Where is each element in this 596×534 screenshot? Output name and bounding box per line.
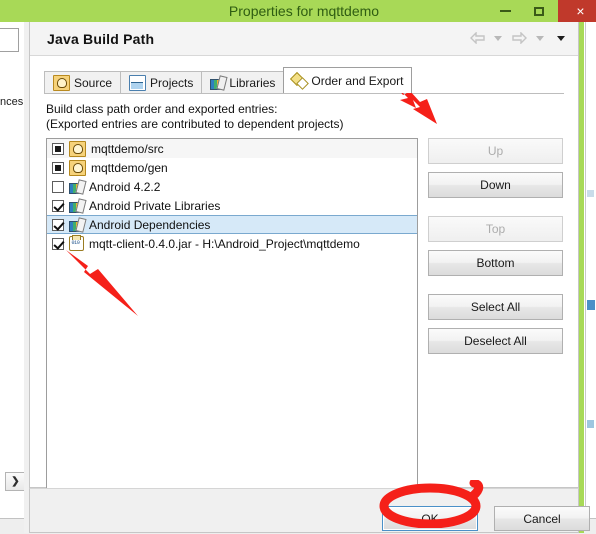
entry-checkbox[interactable] (52, 180, 64, 193)
background-right-marker (587, 420, 594, 428)
dialog-footer: OK Cancel (29, 488, 590, 533)
forward-arrow-icon[interactable] (510, 29, 528, 47)
background-right-column (585, 16, 596, 518)
entry-label: mqtt-client-0.4.0.jar - H:\Android_Proje… (89, 236, 360, 251)
tab-projects[interactable]: Projects (120, 71, 203, 93)
entry-label: mqttdemo/src (91, 141, 164, 156)
bottom-button[interactable]: Bottom (428, 250, 563, 276)
list-item[interactable]: Android 4.2.2 (47, 177, 417, 196)
cancel-button[interactable]: Cancel (494, 506, 590, 531)
up-button[interactable]: Up (428, 138, 563, 164)
dialog-right-green-border (579, 22, 584, 533)
package-folder-icon (69, 140, 86, 157)
properties-dialog: Properties for mqttdemo × Java Build Pat… (0, 0, 596, 533)
background-right-marker (587, 190, 594, 197)
tab-label: Order and Export (311, 73, 404, 88)
close-icon: × (576, 3, 585, 19)
tab-source[interactable]: Source (44, 71, 122, 93)
close-button[interactable]: × (558, 0, 596, 22)
tab-bar: Source Projects Libraries Order and Expo… (44, 67, 413, 93)
background-left-input-field[interactable] (0, 28, 19, 52)
background-left-label: nces (0, 96, 24, 108)
tab-label: Projects (150, 75, 194, 90)
classpath-entries-list[interactable]: mqttdemo/src mqttdemo/gen Android 4.2.2 … (46, 138, 418, 490)
forward-arrow-glyph (511, 32, 527, 44)
back-arrow-icon[interactable] (468, 29, 486, 47)
libraries-books-icon (210, 76, 225, 90)
menu-dropdown-icon[interactable] (552, 29, 570, 47)
down-button[interactable]: Down (428, 172, 563, 198)
tab-label: Source (74, 75, 113, 90)
entry-checkbox[interactable] (52, 218, 64, 231)
caret-down-glyph (494, 35, 502, 41)
entry-checkbox[interactable] (52, 199, 64, 212)
entry-label: Android Dependencies (89, 217, 211, 232)
description-line-2: (Exported entries are contributed to dep… (46, 117, 344, 131)
tabs-underline (44, 93, 564, 94)
minimize-icon (499, 10, 511, 12)
forward-dropdown-icon[interactable] (531, 29, 549, 47)
side-button-column: Up Down Top Bottom Select All Deselect A… (428, 138, 563, 354)
select-all-button[interactable]: Select All (428, 294, 563, 320)
entry-label: Android Private Libraries (89, 198, 221, 213)
entry-checkbox[interactable] (52, 161, 64, 174)
entry-label: Android 4.2.2 (89, 179, 161, 194)
tab-libraries[interactable]: Libraries (201, 71, 285, 93)
description-line-1: Build class path order and exported entr… (46, 102, 278, 116)
library-books-icon (69, 180, 84, 194)
page-title: Java Build Path (47, 31, 155, 47)
background-expand-button[interactable]: ❯ (5, 472, 26, 491)
tab-label: Libraries (229, 75, 276, 90)
deselect-all-button[interactable]: Deselect All (428, 328, 563, 354)
jar-file-icon (69, 235, 84, 251)
entry-label: mqttdemo/gen (91, 160, 168, 175)
list-item[interactable]: Android Private Libraries (47, 196, 417, 215)
list-item[interactable]: mqtt-client-0.4.0.jar - H:\Android_Proje… (47, 234, 417, 253)
description-block: Build class path order and exported entr… (46, 102, 344, 132)
caret-down-dark-glyph (557, 35, 565, 41)
page-header: Java Build Path (30, 22, 578, 56)
list-item[interactable]: mqttdemo/gen (47, 158, 417, 177)
projects-icon (129, 74, 147, 91)
source-folder-icon (53, 74, 70, 91)
tab-order-and-export[interactable]: Order and Export (283, 67, 413, 93)
library-books-icon (69, 218, 84, 232)
package-folder-icon (69, 159, 86, 176)
maximize-button[interactable] (524, 0, 554, 22)
library-books-icon (69, 199, 84, 213)
dialog-content-area: Java Build Path Source Projects Librarie… (29, 22, 579, 490)
background-right-marker (587, 300, 595, 310)
caret-down-glyph (536, 35, 544, 41)
top-button[interactable]: Top (428, 216, 563, 242)
entry-checkbox[interactable] (52, 142, 64, 155)
list-item-selected[interactable]: Android Dependencies (47, 215, 417, 234)
title-bar-left-extension (0, 0, 24, 22)
order-export-icon (292, 74, 307, 88)
minimize-button[interactable] (490, 0, 520, 22)
header-navigation (468, 29, 570, 47)
dialog-title-bar[interactable]: Properties for mqttdemo × (24, 0, 596, 22)
entry-checkbox[interactable] (52, 237, 64, 250)
background-left-panel (0, 16, 25, 518)
maximize-icon (534, 6, 544, 16)
ok-button[interactable]: OK (382, 506, 478, 531)
list-item[interactable]: mqttdemo/src (47, 139, 417, 158)
back-arrow-glyph (469, 32, 485, 44)
back-dropdown-icon[interactable] (489, 29, 507, 47)
